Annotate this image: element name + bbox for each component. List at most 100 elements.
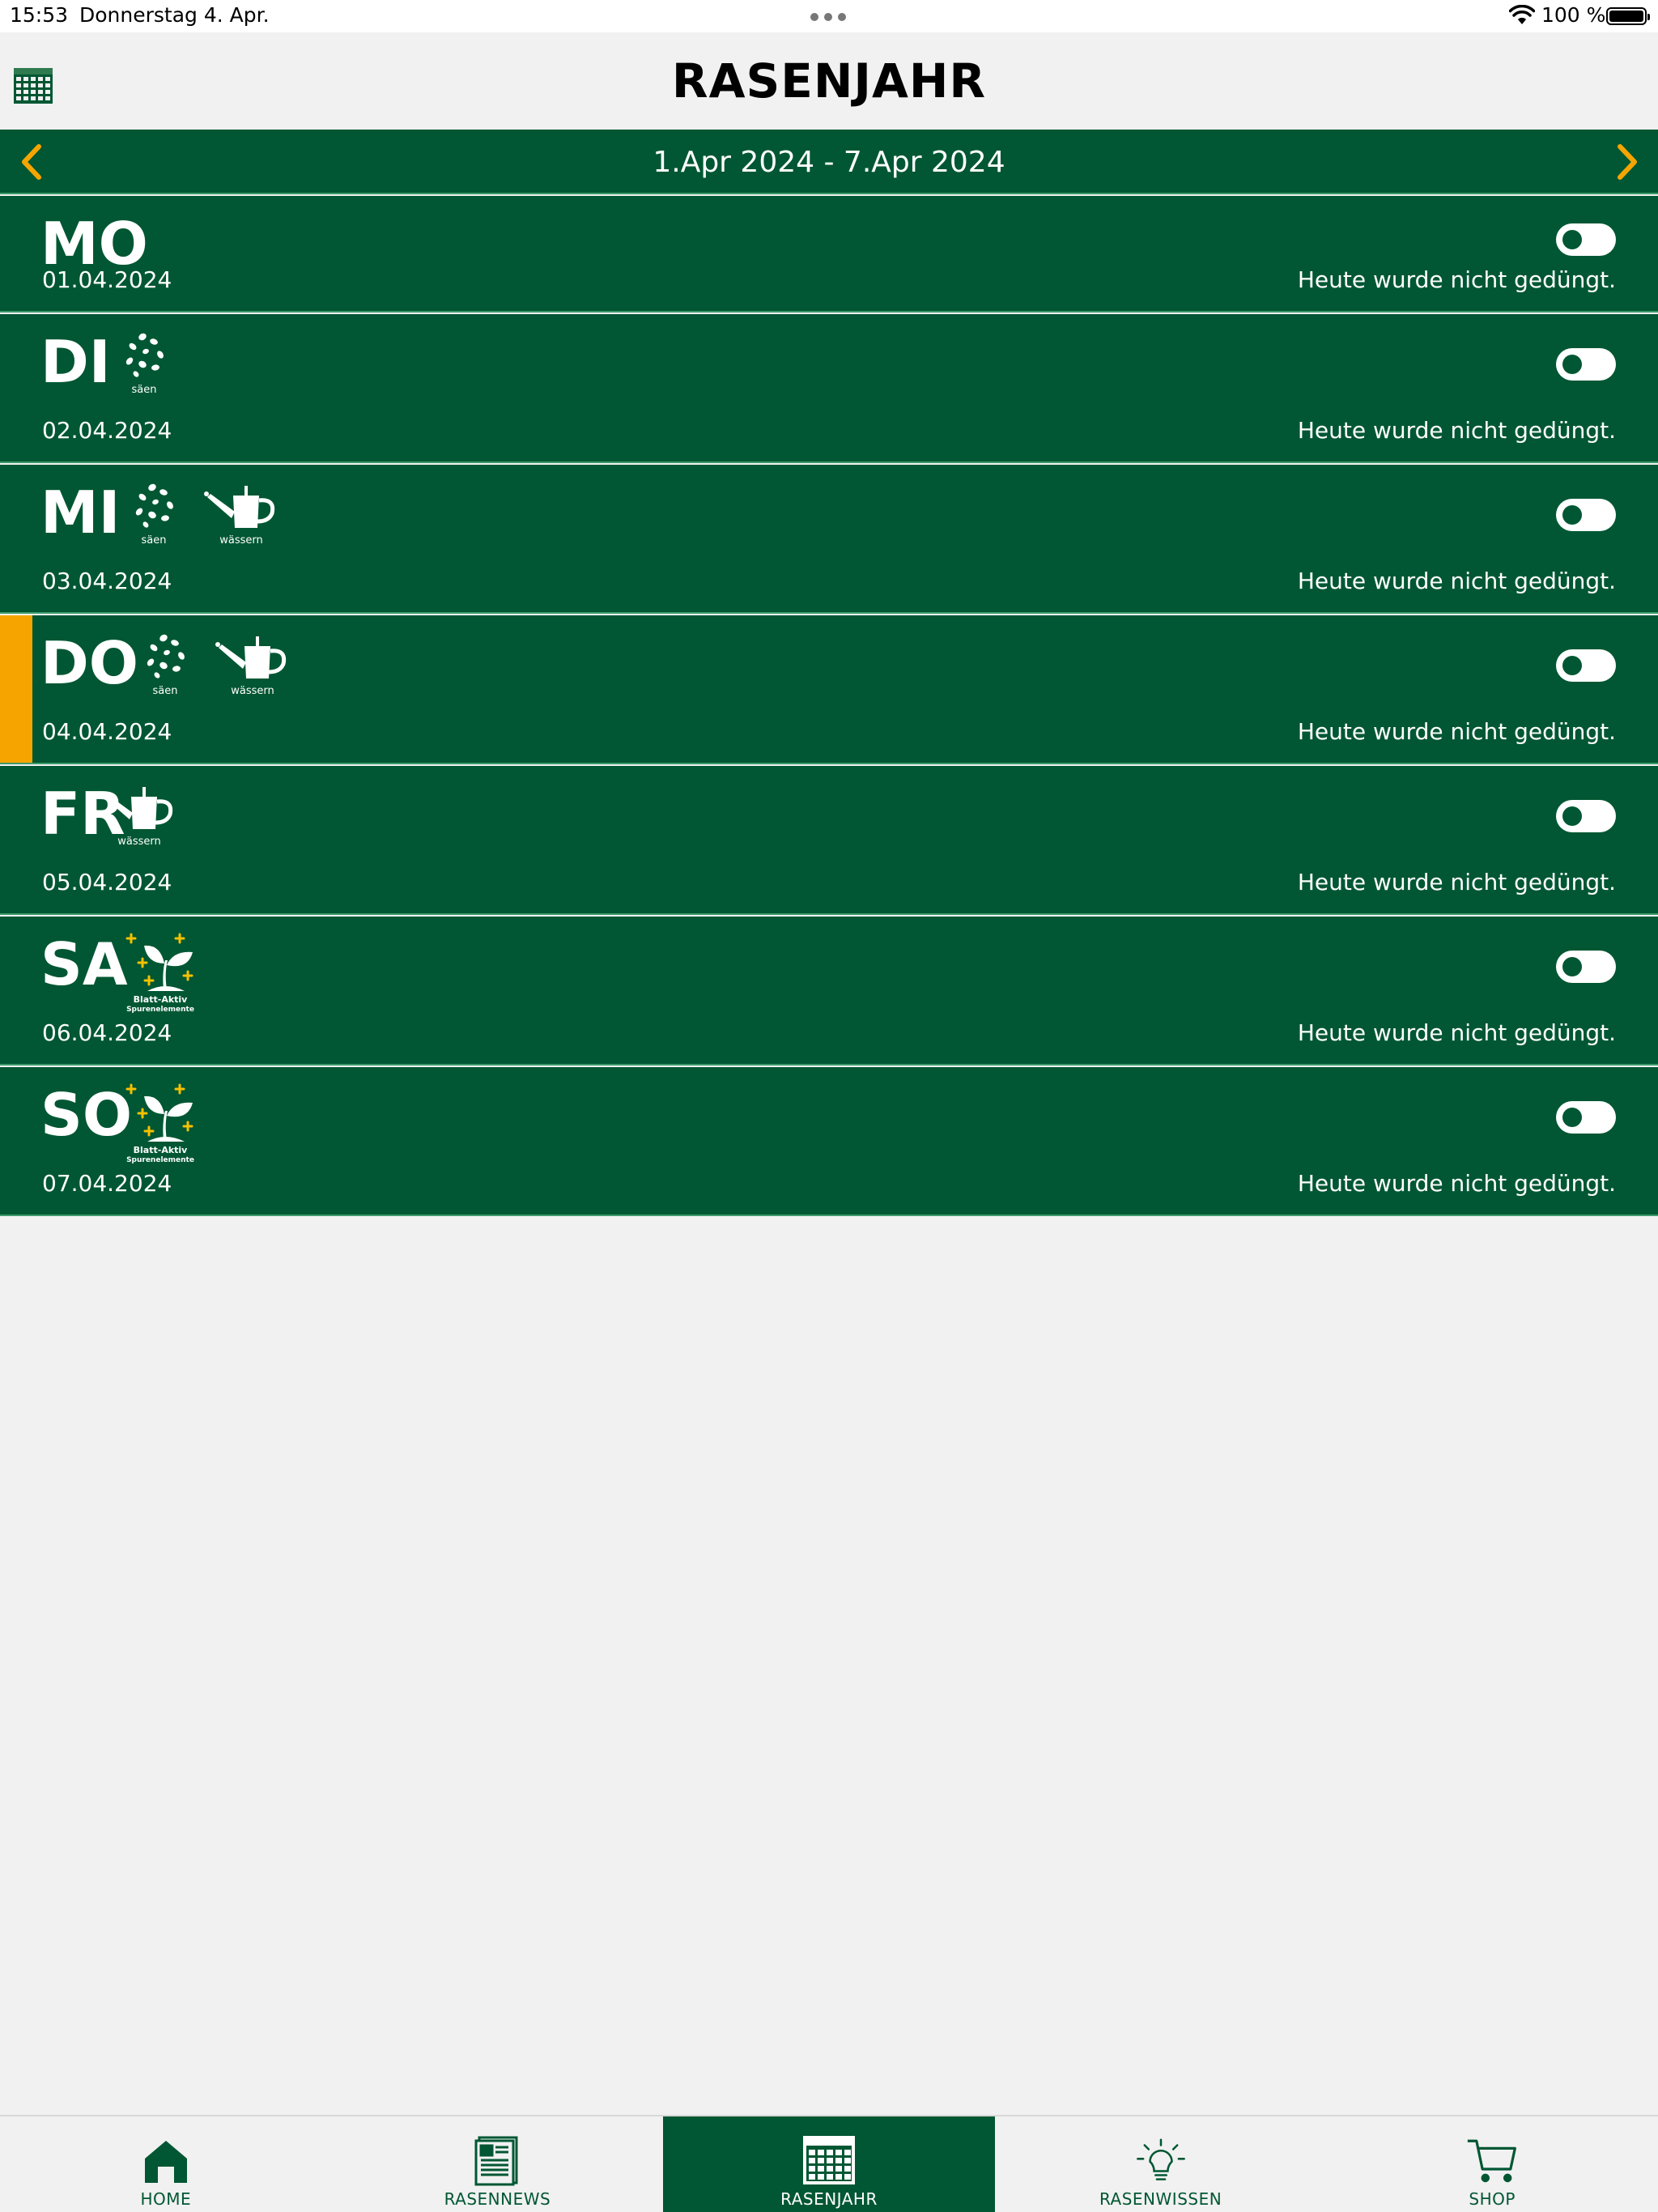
day-code: MI bbox=[40, 479, 121, 547]
day-row[interactable]: DO säen wässern 04.04.2024 Heute wurde nicht… bbox=[0, 615, 1658, 764]
task-label: wässern bbox=[117, 836, 161, 848]
status-bar: 15:53 Donnerstag 4. Apr. 100 % bbox=[0, 0, 1658, 32]
task-sprout-fertilizer[interactable]: Blatt-Aktiv Spurenelemente bbox=[123, 1082, 198, 1166]
fertilized-toggle[interactable] bbox=[1556, 499, 1616, 531]
day-row[interactable]: FR wässern 05.04.2024 Heute wurde nicht ged… bbox=[0, 766, 1658, 915]
newspaper-icon bbox=[471, 2134, 523, 2186]
task-watering-can[interactable]: wässern bbox=[102, 781, 176, 848]
task-icons: Blatt-Aktiv Spurenelemente bbox=[123, 1082, 198, 1166]
fertilized-status: Heute wurde nicht gedüngt. bbox=[1297, 1170, 1616, 1197]
task-seeds[interactable]: säen bbox=[107, 329, 181, 396]
day-row[interactable]: SO Blatt-Aktiv Spurenelemente 07.04.2024 Heu… bbox=[0, 1067, 1658, 1216]
task-icons: säen wässern bbox=[128, 630, 290, 697]
wifi-icon bbox=[1509, 5, 1535, 24]
seeds-icon bbox=[139, 630, 191, 682]
toggle-knob bbox=[1562, 1108, 1582, 1127]
watering-can-icon bbox=[102, 781, 176, 832]
day-code: SO bbox=[40, 1081, 133, 1149]
task-watering-can[interactable]: wässern bbox=[204, 479, 278, 547]
day-date: 06.04.2024 bbox=[42, 1019, 172, 1046]
day-code: DO bbox=[40, 629, 138, 697]
day-row[interactable]: SA Blatt-Aktiv Spurenelemente 06.04.2024 Heu… bbox=[0, 917, 1658, 1066]
tab-label: HOME bbox=[140, 2189, 192, 2209]
day-date: 01.04.2024 bbox=[42, 266, 172, 293]
day-row[interactable]: DI säen 02.04.2024 Heute wurde nicht gedüng… bbox=[0, 314, 1658, 463]
task-icons: säen wässern bbox=[117, 479, 278, 547]
tab-rasenwissen[interactable]: RASENWISSEN bbox=[995, 2116, 1327, 2212]
toggle-knob bbox=[1562, 957, 1582, 976]
task-watering-can[interactable]: wässern bbox=[215, 630, 290, 697]
app-header: RASENJAHR bbox=[0, 32, 1658, 130]
day-code: SA bbox=[40, 930, 128, 998]
watering-can-icon bbox=[215, 630, 290, 682]
tab-label: RASENJAHR bbox=[780, 2189, 878, 2209]
tab-label: RASENWISSEN bbox=[1099, 2189, 1222, 2209]
battery-icon bbox=[1606, 7, 1650, 25]
fertilized-status: Heute wurde nicht gedüngt. bbox=[1297, 266, 1616, 293]
status-time: 15:53 bbox=[10, 3, 69, 27]
tab-home[interactable]: HOME bbox=[0, 2116, 332, 2212]
tab-rasenjahr[interactable]: RASENJAHR bbox=[663, 2116, 995, 2212]
task-label: Blatt-Aktiv bbox=[133, 1145, 188, 1155]
day-date: 05.04.2024 bbox=[42, 869, 172, 895]
multitasking-dots-icon[interactable] bbox=[810, 13, 846, 21]
toggle-knob bbox=[1562, 806, 1582, 826]
fertilized-toggle[interactable] bbox=[1556, 348, 1616, 381]
task-label: Blatt-Aktiv bbox=[133, 994, 188, 1005]
fertilized-toggle[interactable] bbox=[1556, 1101, 1616, 1134]
lightbulb-icon bbox=[1135, 2134, 1187, 2186]
calendar-grid-icon bbox=[802, 2134, 855, 2186]
tab-rasennews[interactable]: RASENNEWS bbox=[332, 2116, 664, 2212]
fertilized-toggle[interactable] bbox=[1556, 223, 1616, 256]
sprout-fertilizer-icon bbox=[123, 931, 198, 994]
day-date: 03.04.2024 bbox=[42, 568, 172, 594]
task-label: säen bbox=[152, 685, 178, 697]
day-code: DI bbox=[40, 328, 111, 396]
chevron-right-icon bbox=[1618, 144, 1637, 180]
toggle-knob bbox=[1562, 355, 1582, 374]
fertilized-toggle[interactable] bbox=[1556, 800, 1616, 832]
task-label: säen bbox=[141, 534, 167, 547]
task-icons: Blatt-Aktiv Spurenelemente bbox=[123, 931, 198, 1015]
page-title: RASENJAHR bbox=[671, 53, 987, 108]
day-date: 07.04.2024 bbox=[42, 1170, 172, 1197]
task-seeds[interactable]: säen bbox=[117, 479, 191, 547]
house-icon bbox=[140, 2134, 192, 2186]
task-seeds[interactable]: säen bbox=[128, 630, 202, 697]
task-sublabel: Spurenelemente bbox=[126, 1156, 194, 1164]
seeds-icon bbox=[128, 479, 180, 531]
sprout-fertilizer-icon bbox=[123, 1082, 198, 1145]
day-row[interactable]: MI säen wässern 03.04.2024 Heute wurde nicht… bbox=[0, 465, 1658, 614]
day-row[interactable]: MO 01.04.2024 Heute wurde nicht gedüngt. bbox=[0, 196, 1658, 313]
seeds-icon bbox=[118, 329, 170, 381]
task-icons: wässern bbox=[102, 781, 176, 848]
toggle-knob bbox=[1562, 505, 1582, 525]
watering-can-icon bbox=[204, 479, 278, 531]
cart-icon bbox=[1466, 2134, 1518, 2186]
toggle-knob bbox=[1562, 656, 1582, 675]
fertilized-status: Heute wurde nicht gedüngt. bbox=[1297, 1019, 1616, 1046]
task-sublabel: Spurenelemente bbox=[126, 1006, 194, 1014]
toggle-knob bbox=[1562, 230, 1582, 249]
fertilized-status: Heute wurde nicht gedüngt. bbox=[1297, 869, 1616, 895]
next-week-button[interactable] bbox=[1607, 141, 1647, 183]
task-sprout-fertilizer[interactable]: Blatt-Aktiv Spurenelemente bbox=[123, 931, 198, 1015]
fertilized-toggle[interactable] bbox=[1556, 951, 1616, 983]
week-range: 1.Apr 2024 - 7.Apr 2024 bbox=[653, 146, 1005, 179]
task-icons: säen bbox=[107, 329, 181, 396]
fertilized-status: Heute wurde nicht gedüngt. bbox=[1297, 718, 1616, 745]
battery-percent: 100 % bbox=[1541, 3, 1606, 27]
tab-bar: HOME RASENNEWS RASENJAHR RASENWISSEN SHOP bbox=[0, 2115, 1658, 2212]
tab-label: SHOP bbox=[1469, 2189, 1516, 2209]
day-date: 04.04.2024 bbox=[42, 718, 172, 745]
tab-label: RASENNEWS bbox=[444, 2189, 551, 2209]
task-label: wässern bbox=[231, 685, 274, 697]
fertilized-status: Heute wurde nicht gedüngt. bbox=[1297, 568, 1616, 594]
day-date: 02.04.2024 bbox=[42, 417, 172, 444]
task-label: wässern bbox=[219, 534, 263, 547]
fertilized-toggle[interactable] bbox=[1556, 649, 1616, 682]
task-label: säen bbox=[131, 384, 157, 396]
week-navigator: 1.Apr 2024 - 7.Apr 2024 bbox=[0, 130, 1658, 194]
tab-shop[interactable]: SHOP bbox=[1326, 2116, 1658, 2212]
fertilized-status: Heute wurde nicht gedüngt. bbox=[1297, 417, 1616, 444]
